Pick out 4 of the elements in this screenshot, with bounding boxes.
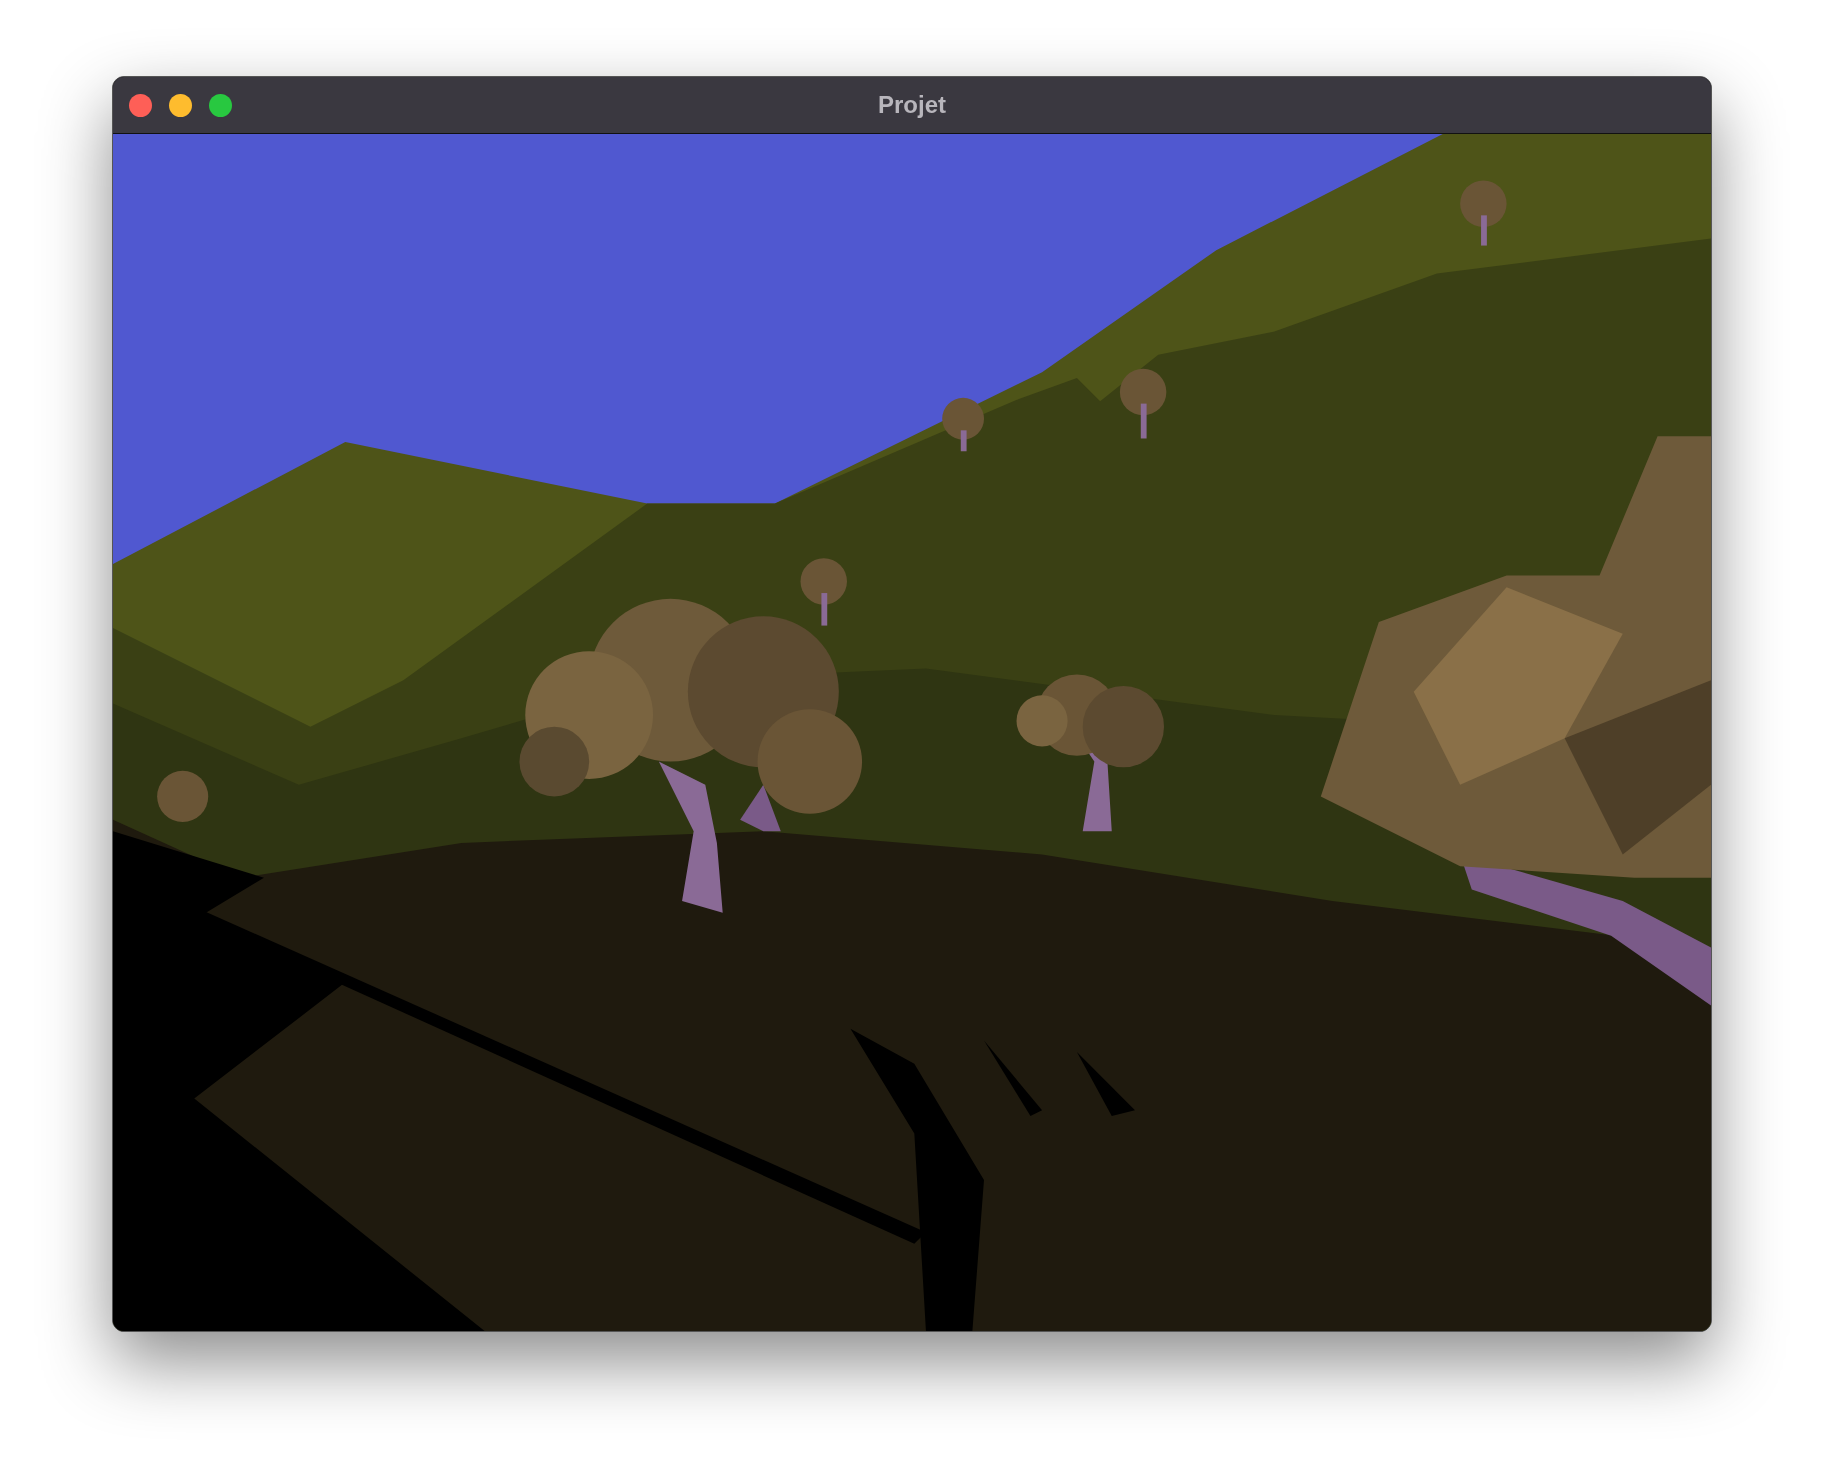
zoom-button[interactable]: [209, 93, 232, 117]
close-button[interactable]: [129, 93, 152, 117]
minimize-button[interactable]: [169, 93, 192, 117]
window-title: Projet: [878, 91, 946, 119]
